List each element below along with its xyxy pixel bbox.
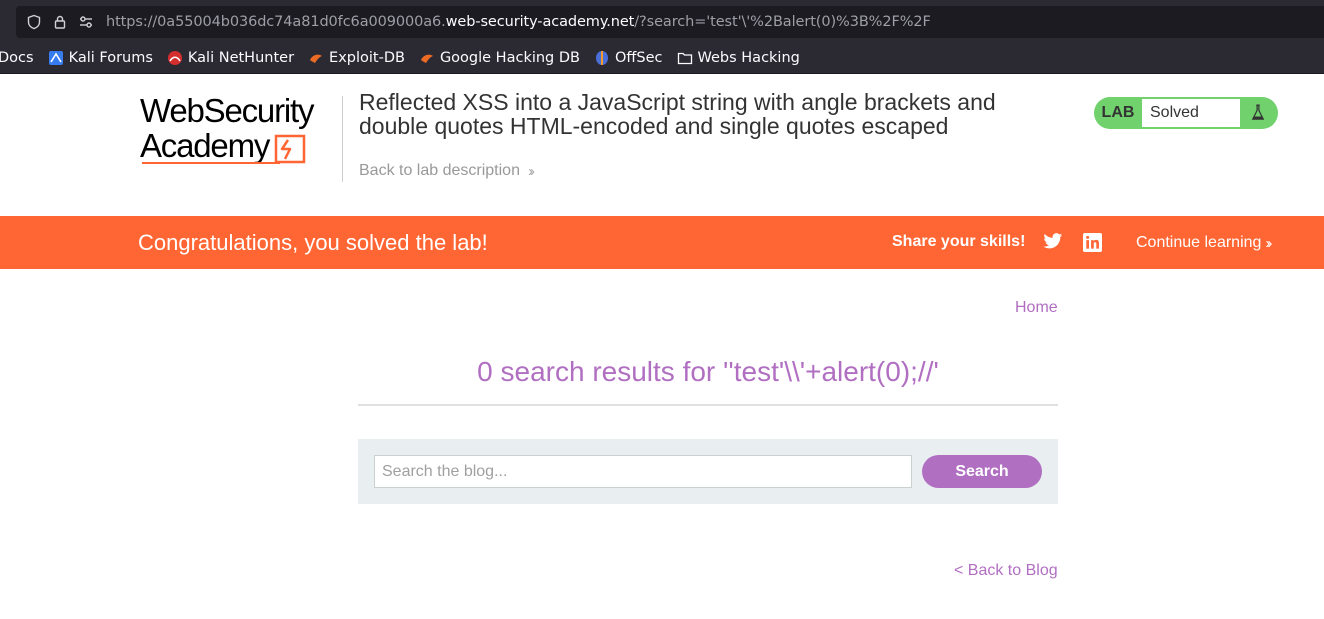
offsec-icon (594, 50, 610, 66)
bookmarks-bar: Docs Kali Forums Kali NetHunter Exploit-… (0, 44, 814, 72)
share-skills-label: Share your skills! (892, 233, 1026, 250)
kali-forums-icon (48, 50, 64, 66)
url-text[interactable]: https://0a55004b036dc74a81d0fc6a009000a6… (106, 14, 931, 30)
lab-title: Reflected XSS into a JavaScript string w… (359, 89, 996, 139)
logo-line2: Academy (140, 128, 340, 164)
linkedin-icon[interactable] (1083, 233, 1102, 252)
search-input[interactable] (374, 455, 912, 488)
search-form: Search (358, 439, 1058, 504)
lab-status-text: Solved (1142, 99, 1240, 127)
lab-tag: LAB (1101, 104, 1135, 121)
kali-nethunter-icon (167, 50, 183, 66)
bookmark-exploit-db[interactable]: Exploit-DB (308, 50, 405, 66)
congratulations-message: Congratulations, you solved the lab! (138, 230, 488, 255)
bookmark-docs[interactable]: Docs (0, 50, 34, 66)
exploit-db-icon (308, 50, 324, 66)
solved-banner: Congratulations, you solved the lab! Sha… (0, 216, 1324, 269)
browser-chrome: https://0a55004b036dc74a81d0fc6a009000a6… (0, 0, 1324, 74)
shield-icon[interactable] (26, 14, 42, 30)
folder-icon (677, 50, 693, 66)
back-to-lab-description-link[interactable]: Back to lab description ›› (359, 162, 535, 180)
search-button[interactable]: Search (922, 455, 1042, 488)
ghdb-icon (419, 50, 435, 66)
lab-header: WebSecurity Academy Reflected XSS into a… (0, 74, 1324, 216)
bookmark-kali-forums[interactable]: Kali Forums (48, 50, 153, 66)
continue-learning-link[interactable]: Continue learning ›› (1136, 234, 1272, 252)
logo-line1: WebSecurity (140, 92, 314, 129)
site-permissions-icon[interactable] (78, 14, 94, 30)
lab-status-badge: LAB Solved (1094, 97, 1278, 129)
logo-underline (142, 162, 280, 164)
bookmark-kali-nethunter[interactable]: Kali NetHunter (167, 50, 294, 66)
search-results-heading: 0 search results for ''test'\\'+alert(0)… (477, 356, 939, 387)
double-chevron-right-icon: ›› (1265, 234, 1272, 252)
header-divider (342, 96, 343, 182)
double-chevron-right-icon: ›› (527, 162, 535, 180)
web-security-academy-logo[interactable]: WebSecurity Academy (140, 94, 340, 166)
lock-icon[interactable] (52, 14, 68, 30)
twitter-icon[interactable] (1043, 233, 1063, 251)
bookmark-webs-hacking[interactable]: Webs Hacking (677, 50, 800, 66)
bookmark-offsec[interactable]: OffSec (594, 50, 663, 66)
address-bar[interactable]: https://0a55004b036dc74a81d0fc6a009000a6… (16, 6, 1324, 38)
logo-mark-icon (274, 134, 306, 164)
home-link[interactable]: Home (1015, 299, 1058, 317)
bookmark-google-hacking-db[interactable]: Google Hacking DB (419, 50, 580, 66)
flask-icon (1240, 97, 1276, 129)
back-to-blog-link[interactable]: < Back to Blog (954, 562, 1058, 580)
heading-divider (358, 404, 1058, 406)
